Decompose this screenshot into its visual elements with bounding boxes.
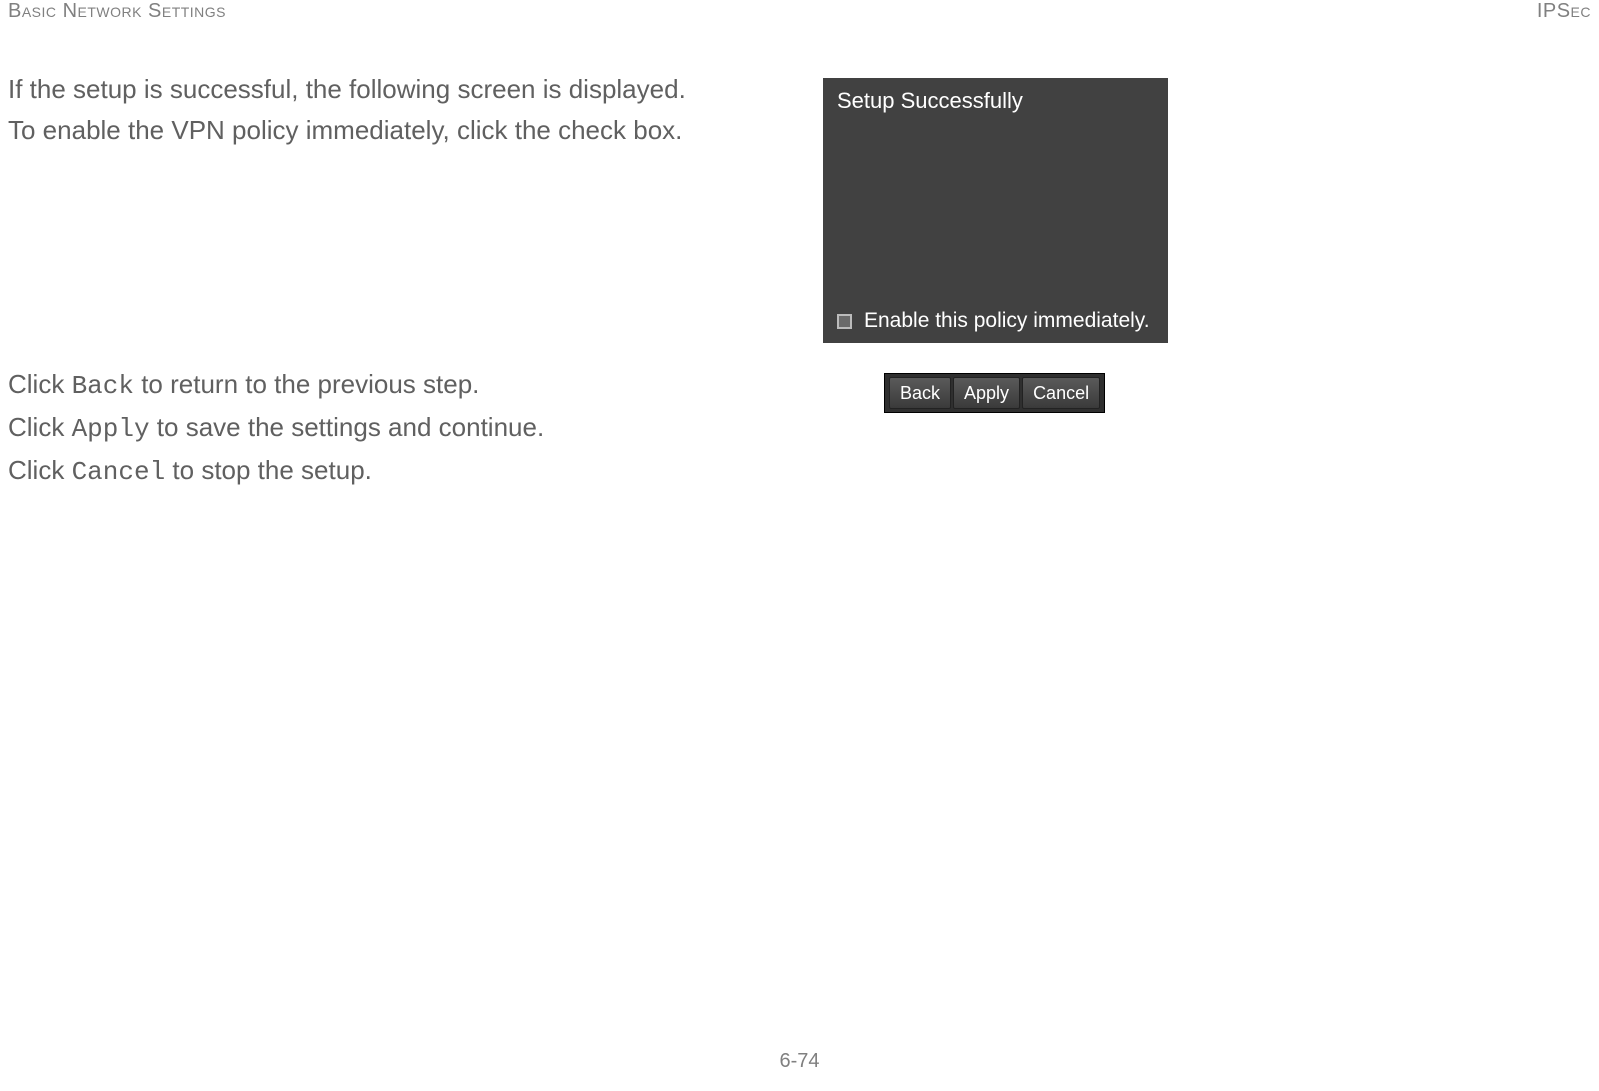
back-button[interactable]: Back <box>889 377 951 409</box>
instruction-apply: Click Apply to save the settings and con… <box>8 408 758 449</box>
cmd-back: Back <box>72 371 134 401</box>
intro-line-2: To enable the VPN policy immediately, cl… <box>8 111 1591 150</box>
screenshot-setup-success: Setup Successfully Enable this policy im… <box>823 78 1168 343</box>
instruction-back: Click Back to return to the previous ste… <box>8 365 758 406</box>
content-area: If the setup is successful, the followin… <box>8 70 1591 152</box>
cmd-apply: Apply <box>72 414 150 444</box>
screenshot-title: Setup Successfully <box>823 78 1168 124</box>
apply-button[interactable]: Apply <box>953 377 1020 409</box>
instruction-cancel: Click Cancel to stop the setup. <box>8 451 758 492</box>
header-right: IPSec <box>1537 0 1591 23</box>
enable-policy-checkbox[interactable] <box>837 314 852 329</box>
page-number: 6-74 <box>0 1050 1599 1073</box>
cancel-button[interactable]: Cancel <box>1022 377 1100 409</box>
header-left: Basic Network Settings <box>8 0 226 23</box>
screenshot-button-bar: Back Apply Cancel <box>884 373 1105 413</box>
enable-policy-label: Enable this policy immediately. <box>864 309 1150 333</box>
intro-line-1: If the setup is successful, the followin… <box>8 70 1591 109</box>
page-header: Basic Network Settings IPSec <box>0 0 1599 23</box>
screenshot-checkbox-row: Enable this policy immediately. <box>837 309 1158 333</box>
cmd-cancel: Cancel <box>72 457 166 487</box>
button-instructions: Click Back to return to the previous ste… <box>8 365 758 494</box>
intro-text: If the setup is successful, the followin… <box>8 70 1591 150</box>
